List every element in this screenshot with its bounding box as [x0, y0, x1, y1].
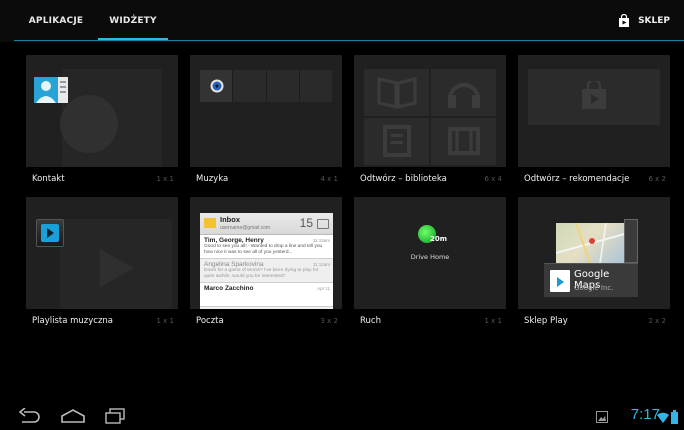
- music-control-cell: [233, 70, 267, 102]
- widget-size: 4 x 1: [320, 175, 339, 183]
- play-store-icon: [550, 270, 570, 292]
- library-music-cell: [431, 69, 496, 116]
- widget-name: Sklep Play: [524, 316, 568, 326]
- widget-preview: [190, 55, 342, 167]
- mail-message-row: Marco Zacchino Apr 11: [200, 283, 333, 307]
- maps-screenshot: [555, 222, 629, 264]
- widget-name: Poczta: [196, 316, 224, 326]
- tab-apps[interactable]: APLIKACJE: [18, 0, 94, 41]
- widget-name: Kontakt: [32, 174, 65, 184]
- music-disc-icon: [210, 79, 224, 93]
- play-triangle-icon: [100, 249, 134, 287]
- app-card: Google Maps Google Inc.: [544, 263, 638, 297]
- battery-icon: [671, 410, 678, 424]
- phone-screenshot: [624, 219, 638, 263]
- widget-size: 2 x 2: [648, 317, 667, 325]
- play-icon: [47, 228, 54, 238]
- library-books-cell: [364, 69, 429, 116]
- play-store-bag-icon: [582, 81, 606, 109]
- book-icon: [377, 77, 417, 109]
- mail-message-row: Angelina Sparkovina Down for a game of t…: [200, 259, 333, 283]
- mail-sender: Marco Zacchino: [204, 285, 254, 292]
- mail-time: Apr 11: [317, 286, 330, 291]
- envelope-icon: [204, 218, 216, 228]
- system-navigation-bar: 7:17: [0, 402, 684, 430]
- mail-sender: Angelina Sparkovina: [204, 261, 264, 268]
- widget-size: 6 x 4: [484, 175, 503, 183]
- mail-widget-preview: Inbox username@gmail.com 15 Tim, George,…: [200, 213, 333, 309]
- traffic-destination: Drive Home: [410, 253, 450, 261]
- app-developer: Google Inc.: [574, 284, 614, 292]
- widget-preview: 20m Drive Home: [354, 197, 506, 309]
- widget-preview: [518, 55, 670, 167]
- wifi-icon: [657, 412, 669, 423]
- traffic-icon: 20m: [416, 223, 448, 247]
- playlist-icon-square: [41, 224, 59, 242]
- widget-preview: [26, 55, 178, 167]
- widget-preview: [354, 55, 506, 167]
- mail-account: username@gmail.com: [220, 225, 271, 231]
- widget-size: 1 x 1: [484, 317, 503, 325]
- action-bar-divider: [14, 40, 684, 41]
- store-button[interactable]: SKLEP: [618, 0, 670, 41]
- contact-icon: [34, 77, 68, 103]
- music-control-cell: [267, 70, 300, 102]
- mail-time: 11:15am: [312, 238, 330, 243]
- tab-widgets[interactable]: WIDŻETY: [96, 0, 170, 41]
- widget-name: Muzyka: [196, 174, 229, 184]
- action-bar: APLIKACJE WIDŻETY SKLEP: [0, 0, 684, 42]
- magazine-icon: [383, 125, 411, 157]
- library-grid: [364, 69, 496, 165]
- tab-widgets-label: WIDŻETY: [109, 15, 157, 26]
- playlist-icon: [36, 219, 64, 247]
- back-icon[interactable]: [18, 408, 40, 424]
- home-icon[interactable]: [60, 408, 86, 424]
- status-clock[interactable]: 7:17: [631, 406, 660, 423]
- recommendation-box: [528, 69, 660, 125]
- widget-size: 6 x 2: [648, 175, 667, 183]
- music-widget-bar: [200, 70, 332, 102]
- widget-size: 1 x 1: [156, 317, 175, 325]
- shopping-bag-icon: [619, 13, 630, 27]
- mail-snippet: Good to see you all! - Wanted to drop a …: [204, 244, 323, 255]
- recent-apps-icon[interactable]: [104, 408, 126, 424]
- mail-unread-count: 15: [299, 216, 313, 230]
- film-icon: [448, 127, 480, 155]
- headphones-icon: [448, 83, 480, 108]
- widget-name: Playlista muzyczna: [32, 316, 114, 326]
- store-label: SKLEP: [638, 15, 670, 26]
- widget-preview: Inbox username@gmail.com 15 Tim, George,…: [190, 197, 342, 309]
- widget-size: 1 x 1: [156, 175, 175, 183]
- widget-size: 3 x 2: [320, 317, 339, 325]
- gallery-notification-icon[interactable]: [596, 411, 608, 423]
- widget-preview: Google Maps Google Inc.: [518, 197, 670, 309]
- mail-time: 11:12am: [312, 262, 330, 267]
- mail-folder-title: Inbox: [220, 215, 240, 224]
- widget-name: Odtwórz – rekomendacje: [524, 174, 630, 184]
- mail-message-row: Tim, George, Henry Good to see you all! …: [200, 235, 333, 259]
- mail-header: Inbox username@gmail.com 15: [200, 213, 333, 235]
- music-control-cell: [300, 70, 332, 102]
- tab-apps-label: APLIKACJE: [28, 15, 84, 26]
- library-movies-cell: [431, 118, 496, 165]
- mail-sender: Tim, George, Henry: [204, 237, 264, 244]
- widget-name: Ruch: [360, 316, 381, 326]
- mail-snippet: Down for a game of tennis? I've been dyi…: [204, 268, 319, 279]
- traffic-minutes: 20m: [430, 235, 448, 243]
- playlist-card-background: [60, 219, 172, 309]
- widget-preview: [26, 197, 178, 309]
- music-album-art: [200, 70, 234, 102]
- compose-icon: [317, 219, 329, 229]
- widget-name: Odtwórz – biblioteka: [360, 174, 447, 184]
- map-roads-icon: [555, 222, 629, 264]
- library-magazines-cell: [364, 118, 429, 165]
- contact-silhouette: [60, 95, 118, 153]
